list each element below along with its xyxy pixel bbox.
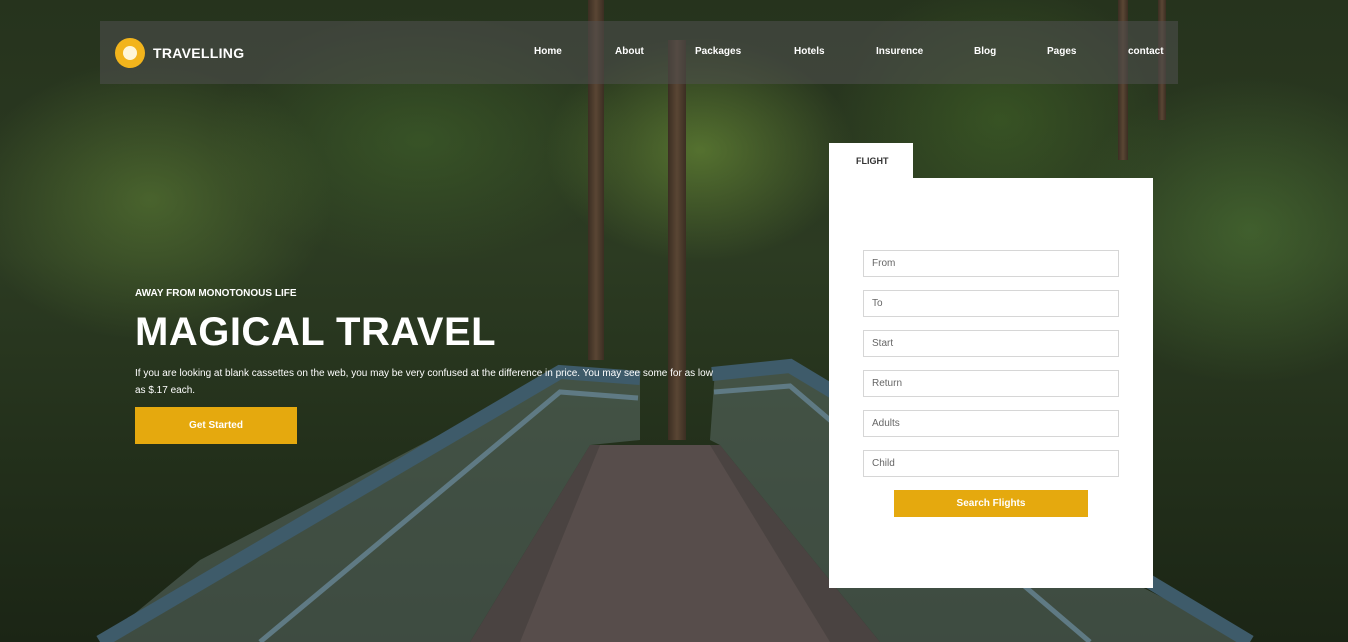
nav-item-home[interactable]: Home <box>534 46 562 57</box>
nav-item-about[interactable]: About <box>615 46 644 57</box>
nav-item-insurence[interactable]: Insurence <box>876 46 923 57</box>
child-field[interactable] <box>863 450 1119 477</box>
top-navbar: TRAVELLING Home About Packages Hotels In… <box>100 21 1178 84</box>
nav-item-hotels[interactable]: Hotels <box>794 46 825 57</box>
from-field[interactable] <box>863 250 1119 277</box>
hero-title: MAGICAL TRAVEL <box>135 310 497 354</box>
nav-item-contact[interactable]: contact <box>1128 46 1164 57</box>
hero-tagline: AWAY FROM MONOTONOUS LIFE <box>135 288 297 299</box>
hero-description: If you are looking at blank cassettes on… <box>135 368 713 396</box>
to-field[interactable] <box>863 290 1119 317</box>
flight-search-form: Search Flights <box>829 178 1153 588</box>
adults-field[interactable] <box>863 410 1119 437</box>
tab-flight[interactable]: FLIGHT <box>829 143 913 179</box>
get-started-button[interactable]: Get Started <box>135 407 297 444</box>
nav-item-pages[interactable]: Pages <box>1047 46 1076 57</box>
nav-item-packages[interactable]: Packages <box>695 46 741 57</box>
return-date-field[interactable] <box>863 370 1119 397</box>
nav-links: Home About Packages Hotels Insurence Blo… <box>100 21 1178 84</box>
search-flights-button[interactable]: Search Flights <box>894 490 1088 517</box>
nav-item-blog[interactable]: Blog <box>974 46 996 57</box>
start-date-field[interactable] <box>863 330 1119 357</box>
